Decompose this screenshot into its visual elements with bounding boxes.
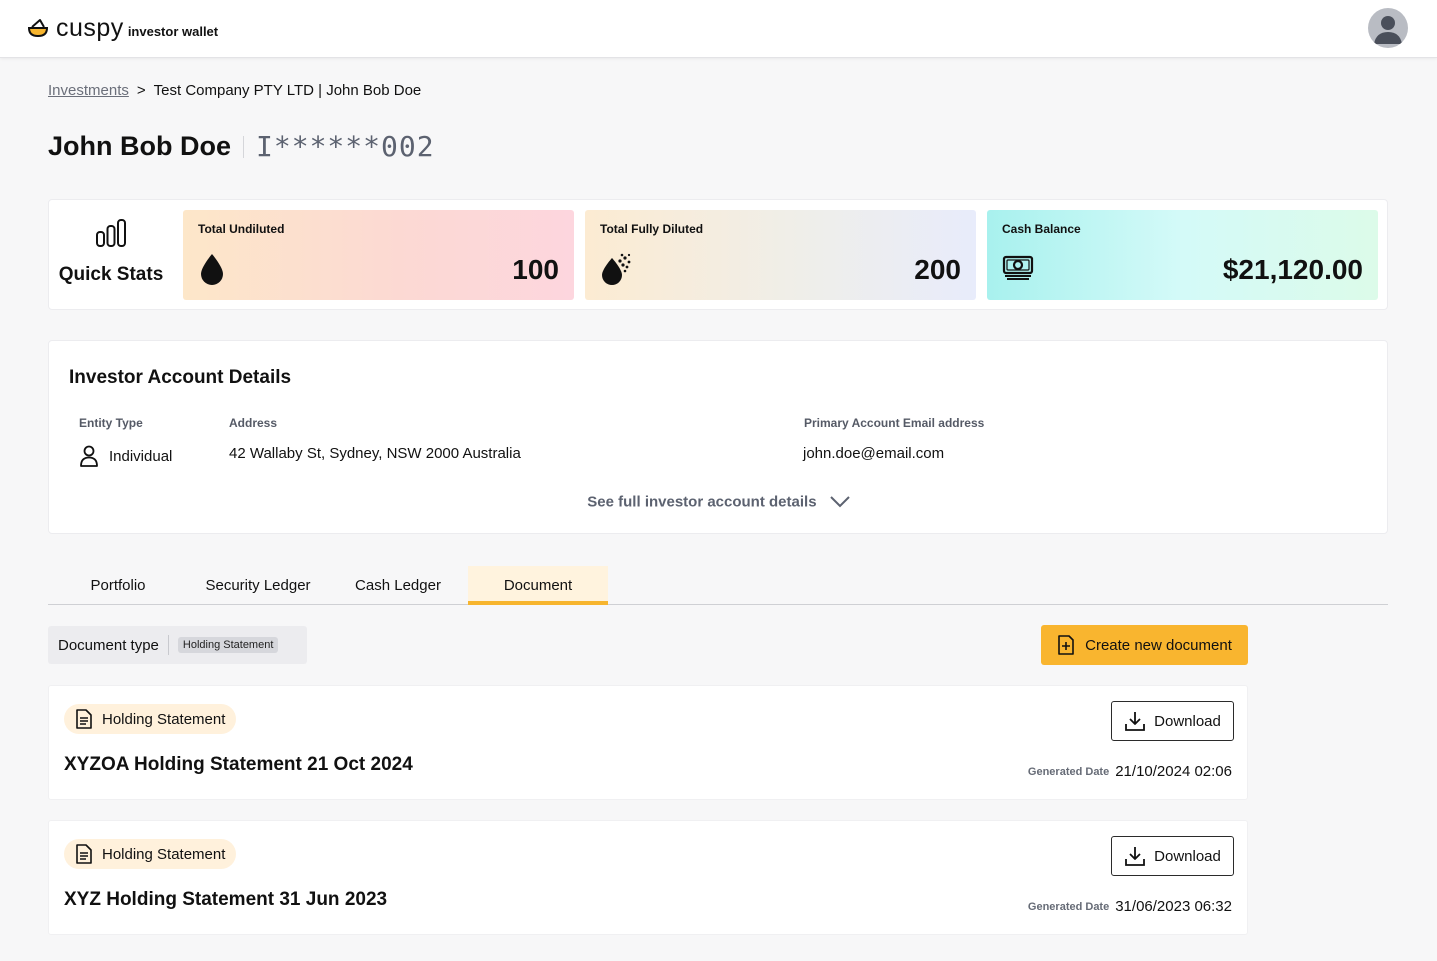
bowl-logo-icon	[27, 19, 49, 38]
details-heading: Investor Account Details	[69, 367, 292, 388]
breadcrumb-investments-link[interactable]: Investments	[48, 82, 129, 99]
top-bar: cuspy investor wallet	[0, 0, 1437, 58]
email-label: Primary Account Email address	[804, 416, 985, 430]
user-avatar-icon	[1374, 16, 1402, 44]
brand-name: cuspy	[56, 13, 124, 42]
email-value: john.doe@email.com	[803, 445, 945, 462]
document-icon	[76, 709, 92, 729]
document-card: Holding Statement XYZ Holding Statement …	[48, 820, 1248, 935]
document-type-chip[interactable]: Holding Statement	[177, 637, 279, 653]
generated-date: Generated Date 21/10/2024 02:06	[1028, 763, 1232, 780]
generated-date-label: Generated Date	[1027, 765, 1110, 778]
document-type-text: Holding Statement	[102, 845, 226, 863]
tab-document[interactable]: Document	[468, 566, 608, 605]
download-icon	[1125, 847, 1146, 866]
stat-card-title: Cash Balance	[1002, 222, 1081, 236]
document-type-text: Holding Statement	[102, 710, 226, 728]
address-value: 42 Wallaby St, Sydney, NSW 2000 Australi…	[229, 445, 521, 462]
cash-icon	[1002, 255, 1034, 280]
bar-chart-icon	[96, 219, 126, 247]
document-type-tag: Holding Statement	[64, 704, 237, 734]
breadcrumb: Investments > Test Company PTY LTD | Joh…	[48, 82, 421, 99]
stat-card-value: 200	[914, 254, 961, 285]
quick-stats-label: Quick Stats	[58, 264, 164, 285]
entity-type-value: Individual	[79, 445, 172, 467]
generated-date-value: 31/06/2023 06:32	[1115, 898, 1232, 915]
stat-card-title: Total Fully Diluted	[600, 222, 704, 236]
generated-date-label: Generated Date	[1027, 900, 1110, 913]
generated-date: Generated Date 31/06/2023 06:32	[1028, 898, 1232, 915]
droplet-icon	[201, 254, 223, 285]
see-full-details-link[interactable]: See full investor account details	[49, 493, 1389, 511]
app-logo[interactable]: cuspy investor wallet	[26, 12, 218, 44]
add-file-icon	[1058, 635, 1074, 655]
stat-card-total-fully-diluted: Total Fully Diluted 200	[585, 210, 976, 300]
create-new-document-label: Create new document	[1085, 636, 1232, 654]
diluted-droplet-icon	[602, 253, 631, 285]
document-type-tag: Holding Statement	[64, 839, 237, 869]
investor-account-details: Investor Account Details Entity Type Ind…	[48, 340, 1388, 534]
document-icon	[76, 844, 92, 864]
download-button[interactable]: Download	[1111, 701, 1234, 741]
address-label: Address	[229, 416, 278, 430]
stat-card-title: Total Undiluted	[198, 222, 285, 236]
quick-stats-panel: Quick Stats Total Undiluted 100 Total Fu…	[48, 199, 1388, 310]
chevron-down-icon	[829, 496, 850, 508]
investor-name: John Bob Doe	[48, 131, 231, 161]
tab-security-ledger[interactable]: Security Ledger	[188, 566, 328, 605]
document-type-filter[interactable]: Document type Holding Statement	[48, 626, 307, 664]
page-title: John Bob Doe I******002	[48, 130, 435, 163]
download-label: Download	[1154, 712, 1221, 730]
document-title: XYZOA Holding Statement 21 Oct 2024	[64, 754, 413, 775]
brand-subtitle: investor wallet	[127, 24, 219, 39]
person-icon	[80, 445, 98, 467]
see-full-details-text: See full investor account details	[587, 493, 817, 511]
entity-type-text: Individual	[109, 447, 173, 465]
filter-divider	[167, 635, 169, 655]
stat-card-cash-balance: Cash Balance $21,120.00	[987, 210, 1378, 300]
stat-card-value: $21,120.00	[1222, 254, 1363, 285]
user-avatar[interactable]	[1368, 8, 1408, 48]
download-button[interactable]: Download	[1111, 836, 1234, 876]
stat-card-total-undiluted: Total Undiluted 100	[183, 210, 574, 300]
quick-stats-header: Quick Stats	[49, 200, 173, 311]
download-icon	[1125, 712, 1146, 731]
tab-cash-ledger[interactable]: Cash Ledger	[328, 566, 468, 605]
entity-type-label: Entity Type	[79, 416, 143, 430]
account-number: I******002	[256, 130, 435, 163]
stat-card-value: 100	[512, 254, 559, 285]
breadcrumb-separator: >	[136, 82, 146, 99]
document-title: XYZ Holding Statement 31 Jun 2023	[64, 889, 388, 910]
title-divider	[243, 135, 244, 158]
tab-bar: Portfolio Security Ledger Cash Ledger Do…	[48, 566, 1388, 605]
generated-date-value: 21/10/2024 02:06	[1115, 763, 1232, 780]
create-new-document-button[interactable]: Create new document	[1041, 625, 1248, 665]
breadcrumb-current: Test Company PTY LTD | John Bob Doe	[153, 82, 422, 99]
document-card: Holding Statement XYZOA Holding Statemen…	[48, 685, 1248, 800]
document-type-label: Document type	[58, 636, 159, 654]
tab-portfolio[interactable]: Portfolio	[48, 566, 188, 605]
download-label: Download	[1154, 847, 1221, 865]
